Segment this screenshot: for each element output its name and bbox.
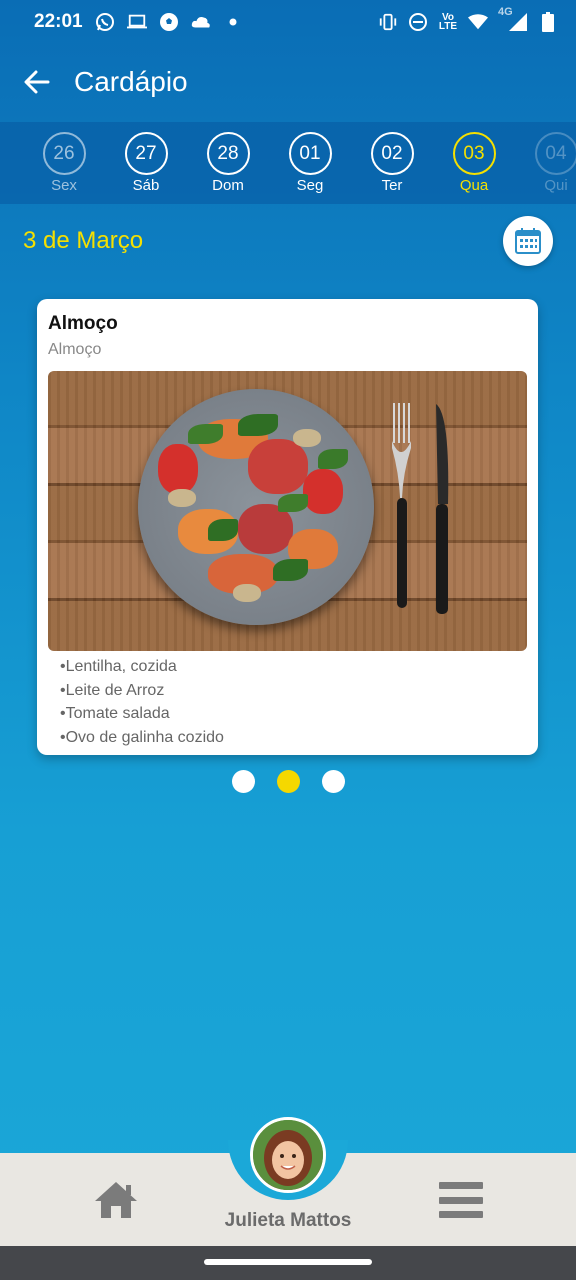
meal-subtitle: Almoço: [48, 341, 102, 358]
home-indicator[interactable]: [204, 1259, 372, 1265]
list-item: •Tomate salada: [60, 705, 170, 722]
knife-icon: [436, 404, 449, 614]
menu-icon: [439, 1182, 483, 1189]
page-title: Cardápio: [74, 66, 188, 97]
avatar[interactable]: [250, 1117, 326, 1193]
soccer-ball-icon: [159, 12, 179, 32]
day-number: 28: [206, 132, 250, 175]
day-item-1[interactable]: 27 Sáb: [116, 132, 176, 194]
day-weekday: Ter: [381, 177, 403, 194]
day-number: 01: [288, 132, 332, 175]
day-weekday: Sex: [51, 177, 77, 194]
day-item-5[interactable]: 03 Qua: [444, 132, 504, 194]
list-item: •Ovo de galinha cozido: [60, 728, 224, 746]
meal-photo: [48, 371, 527, 651]
day-item-4[interactable]: 02 Ter: [362, 132, 422, 194]
menu-button[interactable]: [439, 1182, 483, 1218]
signal-label: 4G: [498, 6, 513, 18]
day-item-6[interactable]: 04 Qui: [526, 132, 576, 194]
signal-icon: 4G: [498, 6, 528, 32]
profile-photo-icon: [253, 1120, 323, 1190]
day-number: 26: [42, 132, 86, 175]
day-weekday: Qua: [459, 177, 489, 194]
back-button[interactable]: [22, 67, 52, 97]
meal-title: Almoço: [48, 313, 118, 334]
cloud-icon: [191, 12, 211, 32]
pager-dot-3[interactable]: [321, 770, 345, 793]
app-bar: Cardápio: [0, 44, 576, 120]
arrow-left-icon: [24, 70, 50, 94]
notification-dot-icon: [223, 12, 243, 32]
meal-card[interactable]: Almoço Almoço •Lentilha, cozida •Leite d…: [37, 299, 538, 755]
day-number: 27: [124, 132, 168, 175]
vibrate-icon: [378, 12, 398, 32]
pager-dot-1[interactable]: [231, 770, 255, 793]
day-number: 04: [534, 132, 576, 175]
volte-icon: Vo LTE: [438, 12, 458, 32]
battery-icon: [538, 12, 558, 32]
laptop-icon: [126, 12, 147, 32]
day-weekday: Seg: [296, 177, 324, 194]
pager-dot-2[interactable]: [276, 770, 300, 793]
user-name[interactable]: Julieta Mattos: [0, 1210, 576, 1232]
day-item-0[interactable]: 26 Sex: [34, 132, 94, 194]
day-weekday: Sáb: [132, 177, 160, 194]
day-number: 02: [370, 132, 414, 175]
selected-date: 3 de Março: [23, 227, 144, 254]
status-time: 22:01: [34, 11, 83, 32]
list-item: •Lentilha, cozida: [60, 658, 177, 675]
day-weekday: Dom: [212, 177, 244, 194]
ingredient-list: •Lentilha, cozida •Leite de Arroz •Tomat…: [48, 655, 527, 749]
wifi-icon: [468, 12, 488, 32]
day-item-3[interactable]: 01 Seg: [280, 132, 340, 194]
fork-icon: [392, 403, 411, 608]
plate: [138, 389, 374, 625]
day-weekday: Qui: [544, 177, 568, 194]
day-selector: 26 Sex 27 Sáb 28 Dom 01 Seg 02 Ter 03 Qu…: [0, 122, 576, 204]
calendar-button[interactable]: [503, 216, 553, 266]
do-not-disturb-icon: [408, 12, 428, 32]
whatsapp-icon: [95, 12, 115, 32]
list-item: •Leite de Arroz: [60, 681, 165, 699]
day-item-2[interactable]: 28 Dom: [198, 132, 258, 194]
page-indicator: [0, 770, 576, 793]
day-number: 03: [452, 132, 496, 175]
calendar-icon: [515, 228, 541, 254]
status-bar: 22:01 Vo LTE 4G: [0, 0, 576, 44]
